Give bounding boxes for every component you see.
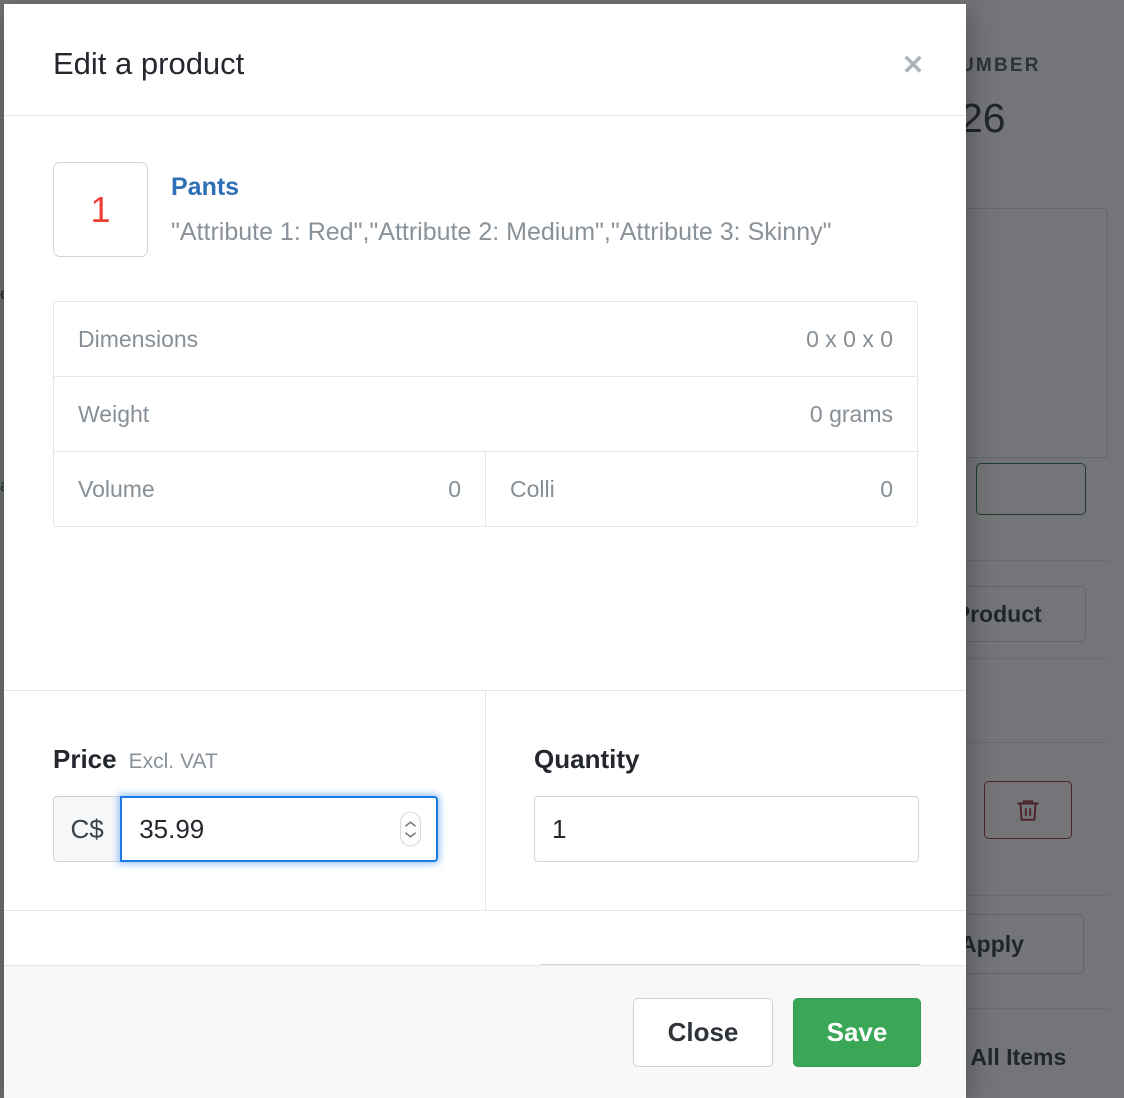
product-attributes: "Attribute 1: Red","Attribute 2: Medium"… [171, 218, 832, 247]
quantity-label: Quantity [534, 744, 640, 774]
specs-value: 0 grams [809, 400, 893, 427]
product-thumbnail: 1 [53, 162, 148, 257]
price-input-group: C$ [53, 796, 438, 862]
modal-title: Edit a product [53, 46, 245, 81]
price-label-row: Price Excl. VAT [53, 744, 485, 775]
specs-key: Dimensions [78, 325, 199, 352]
discount-section: Discount CAD [4, 911, 966, 965]
discount-input[interactable] [538, 963, 789, 965]
product-summary: 1 Pants "Attribute 1: Red","Attribute 2:… [4, 116, 966, 257]
product-meta: Pants "Attribute 1: Red","Attribute 2: M… [171, 162, 832, 249]
edit-product-modal: Edit a product ✕ 1 Pants "Attribute 1: R… [4, 4, 966, 1098]
spinner-updown-icon[interactable] [400, 811, 421, 847]
specs-row: Volume 0 Colli 0 [54, 451, 917, 526]
price-input-wrap [120, 796, 438, 862]
price-input[interactable] [120, 796, 438, 862]
discount-currency-select[interactable]: CAD [789, 963, 923, 965]
specs-row: Weight 0 grams [54, 376, 917, 451]
quantity-label-row: Quantity [534, 744, 966, 775]
product-thumbnail-number: 1 [90, 188, 111, 230]
modal-footer: Close Save [4, 965, 966, 1098]
specs-key: Volume [78, 475, 155, 502]
specs-cell-volume: Volume 0 [54, 452, 485, 526]
specs-value: 0 x 0 x 0 [806, 325, 893, 352]
price-column: Price Excl. VAT C$ [4, 691, 485, 910]
specs-row: Dimensions 0 x 0 x 0 [54, 302, 917, 376]
quantity-column: Quantity [485, 691, 966, 910]
discount-controls: CAD [538, 963, 923, 965]
specs-value: 0 [880, 475, 893, 502]
modal-body: 1 Pants "Attribute 1: Red","Attribute 2:… [4, 116, 966, 965]
product-specs-table: Dimensions 0 x 0 x 0 Weight 0 grams Volu… [53, 301, 918, 527]
close-icon[interactable]: ✕ [898, 50, 928, 80]
close-button[interactable]: Close [633, 997, 773, 1067]
specs-cell-dimensions: Dimensions 0 x 0 x 0 [54, 302, 917, 376]
price-label: Price [53, 744, 117, 774]
price-sublabel: Excl. VAT [128, 750, 218, 773]
save-button[interactable]: Save [793, 997, 921, 1067]
product-name-link[interactable]: Pants [171, 172, 239, 203]
specs-cell-colli: Colli 0 [485, 452, 917, 526]
specs-cell-weight: Weight 0 grams [54, 377, 917, 451]
specs-value: 0 [448, 475, 461, 502]
specs-key: Weight [78, 400, 150, 427]
currency-symbol-addon: C$ [53, 796, 121, 862]
specs-key: Colli [510, 475, 555, 502]
quantity-input[interactable] [534, 796, 919, 862]
modal-header: Edit a product ✕ [4, 4, 966, 116]
price-quantity-section: Price Excl. VAT C$ 35.99 Quantity 1 [4, 691, 966, 910]
